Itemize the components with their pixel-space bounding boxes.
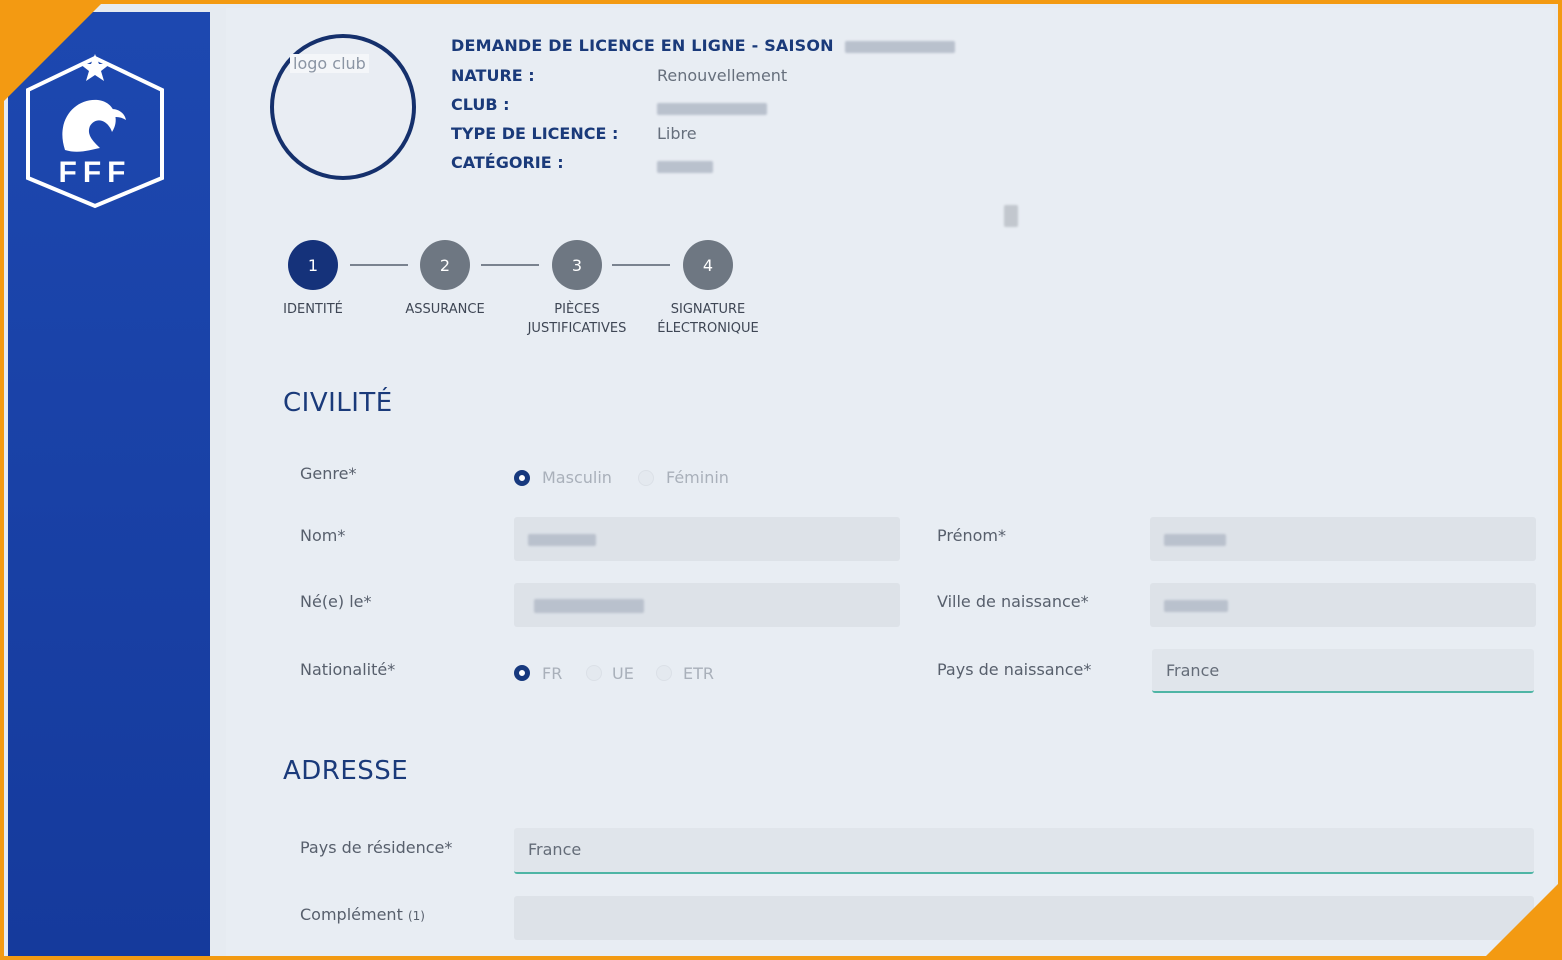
step-1-label: IDENTITÉ [283, 302, 343, 317]
nature-value: Renouvellement [657, 66, 788, 85]
step-4-label: SIGNATURE ÉLECTRONIQUE [657, 302, 759, 336]
step-connector [350, 264, 408, 266]
date-naissance-input[interactable] [514, 583, 900, 627]
nationalite-ue-radio[interactable] [586, 665, 602, 681]
step-connector [612, 264, 670, 266]
step-1-circle[interactable]: 1 [288, 240, 338, 290]
pays-residence-label: Pays de résidence* [300, 838, 453, 857]
svg-text:FFF: FFF [59, 156, 132, 189]
prenom-input[interactable] [1150, 517, 1536, 561]
complement-input[interactable] [514, 896, 1534, 940]
page-title: DEMANDE DE LICENCE EN LIGNE - SAISON [451, 36, 834, 55]
club-label: CLUB : [451, 95, 510, 114]
ville-naissance-input[interactable] [1150, 583, 1536, 627]
adresse-section-title: ADRESSE [283, 756, 409, 786]
license-type-label: TYPE DE LICENCE : [451, 124, 619, 143]
page-title-row: DEMANDE DE LICENCE EN LIGNE - SAISON [451, 36, 955, 55]
pays-naissance-input[interactable]: France [1152, 649, 1534, 693]
club-value-redacted [657, 98, 767, 117]
nationalite-ue-label[interactable]: UE [612, 664, 634, 683]
step-3-label: PIÈCES JUSTIFICATIVES [527, 302, 627, 336]
complement-label-text: Complément [300, 905, 403, 924]
genre-feminin-radio[interactable] [638, 470, 654, 486]
decorative-corner [0, 0, 105, 105]
genre-label: Genre* [300, 464, 357, 483]
step-3-circle[interactable]: 3 [552, 240, 602, 290]
category-label: CATÉGORIE : [451, 153, 564, 172]
pays-naissance-label: Pays de naissance* [937, 660, 1092, 679]
nationalite-fr-label[interactable]: FR [542, 664, 562, 683]
nature-label: NATURE : [451, 66, 535, 85]
nationalite-etr-label[interactable]: ETR [683, 664, 714, 683]
club-logo-placeholder: logo club [290, 54, 369, 73]
genre-feminin-label[interactable]: Féminin [666, 468, 729, 487]
step-connector [481, 264, 539, 266]
main-content [226, 8, 1554, 960]
nationalite-fr-radio[interactable] [514, 665, 530, 681]
step-2-circle[interactable]: 2 [420, 240, 470, 290]
license-type-value: Libre [657, 124, 697, 143]
genre-masculin-label[interactable]: Masculin [542, 468, 612, 487]
nom-input[interactable] [514, 517, 900, 561]
civilite-section-title: CIVILITÉ [283, 388, 393, 418]
sidebar: FFF [8, 12, 210, 960]
genre-masculin-radio[interactable] [514, 470, 530, 486]
complement-label: Complément (1) [300, 905, 425, 924]
season-redacted [844, 40, 955, 53]
ville-naissance-label: Ville de naissance* [937, 592, 1089, 611]
nom-label: Nom* [300, 526, 346, 545]
nationalite-label: Nationalité* [300, 660, 396, 679]
decorative-corner [1482, 880, 1562, 960]
mouse-cursor [1004, 205, 1018, 227]
step-2-label: ASSURANCE [405, 302, 485, 317]
club-logo: logo club [270, 34, 416, 180]
step-4-circle[interactable]: 4 [683, 240, 733, 290]
category-value-redacted [657, 156, 713, 175]
pays-residence-input[interactable]: France [514, 828, 1534, 874]
prenom-label: Prénom* [937, 526, 1006, 545]
nationalite-etr-radio[interactable] [656, 665, 672, 681]
complement-note: (1) [407, 909, 425, 923]
date-naissance-label: Né(e) le* [300, 592, 372, 611]
